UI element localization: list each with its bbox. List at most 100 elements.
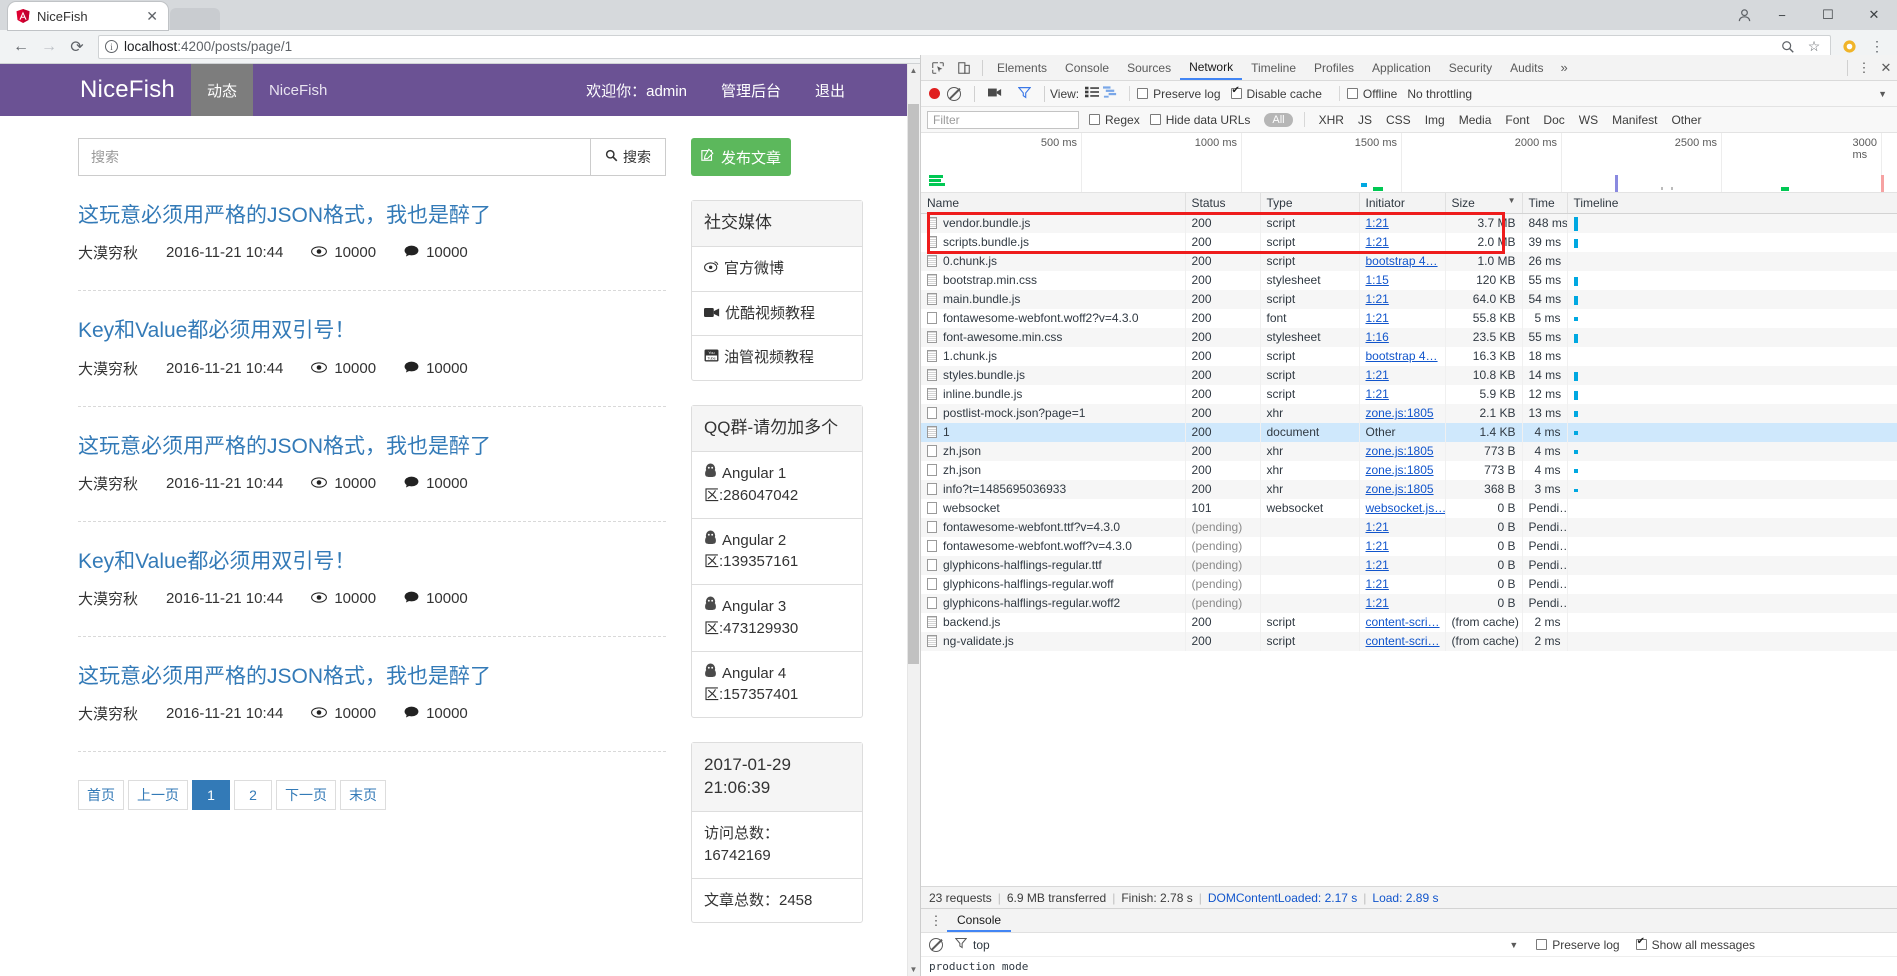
site-brand[interactable]: NiceFish xyxy=(64,64,191,116)
search-button[interactable]: 搜索 xyxy=(590,138,666,176)
minimize-button[interactable]: − xyxy=(1759,0,1805,30)
network-request-row[interactable]: fontawesome-webfont.woff?v=4.3.0 (pending… xyxy=(921,536,1897,556)
initiator-link[interactable]: zone.js:1805 xyxy=(1366,444,1434,458)
network-request-row[interactable]: zh.json 200 xhr zone.js:1805 773 B4 ms xyxy=(921,460,1897,480)
post-title[interactable]: 这玩意必须用严格的JSON格式，我也是醉了 xyxy=(78,663,666,690)
post-title[interactable]: 这玩意必须用严格的JSON格式，我也是醉了 xyxy=(78,202,666,229)
console-clear-icon[interactable] xyxy=(929,937,943,952)
page-scroll-thumb[interactable] xyxy=(908,104,919,664)
maximize-button[interactable]: ☐ xyxy=(1805,0,1851,30)
pager-button[interactable]: 2 xyxy=(234,780,272,811)
page-info-icon[interactable]: i xyxy=(105,40,118,53)
initiator-link[interactable]: zone.js:1805 xyxy=(1366,482,1434,496)
filter-type-font[interactable]: Font xyxy=(1498,113,1536,127)
close-window-button[interactable]: ✕ xyxy=(1851,0,1897,30)
network-request-row[interactable]: fontawesome-webfont.woff2?v=4.3.0 200 font… xyxy=(921,308,1897,328)
initiator-link[interactable]: websocket.js… xyxy=(1366,501,1445,515)
drawer-menu-icon[interactable]: ⋮ xyxy=(925,909,947,933)
initiator-link[interactable]: bootstrap 4… xyxy=(1366,349,1438,363)
social-media-item[interactable]: You Tube 油管视频教程 xyxy=(692,336,862,380)
network-request-row[interactable]: postlist-mock.json?page=1 200 xhr zone.js:1… xyxy=(921,403,1897,423)
initiator-link[interactable]: content-scri… xyxy=(1366,615,1440,629)
tab-close-icon[interactable]: ✕ xyxy=(144,9,160,23)
devtools-tab-network[interactable]: Network xyxy=(1180,55,1243,80)
devtools-tab-elements[interactable]: Elements xyxy=(988,55,1056,80)
initiator-link[interactable]: content-scri… xyxy=(1366,634,1440,648)
initiator-link[interactable]: 1:16 xyxy=(1366,330,1389,344)
bookmark-star-icon[interactable]: ☆ xyxy=(1804,37,1824,57)
network-request-row[interactable]: zh.json 200 xhr zone.js:1805 773 B4 ms xyxy=(921,441,1897,461)
column-header-type[interactable]: Type xyxy=(1260,193,1360,214)
column-header-time[interactable]: Time xyxy=(1522,193,1568,214)
throttling-select[interactable]: No throttling xyxy=(1407,87,1472,101)
publish-article-button[interactable]: 发布文章 xyxy=(691,138,791,176)
record-icon[interactable] xyxy=(929,88,940,99)
initiator-link[interactable]: 1:21 xyxy=(1366,368,1389,382)
initiator-link[interactable]: 1:21 xyxy=(1366,216,1389,230)
devtools-tab-sources[interactable]: Sources xyxy=(1118,55,1180,80)
initiator-link[interactable]: 1:21 xyxy=(1366,311,1389,325)
pager-button[interactable]: 末页 xyxy=(340,780,386,811)
back-icon[interactable]: ← xyxy=(8,34,34,60)
filter-type-manifest[interactable]: Manifest xyxy=(1605,113,1664,127)
regex-checkbox[interactable]: Regex xyxy=(1089,113,1140,127)
devtools-tab-audits[interactable]: Audits xyxy=(1501,55,1552,80)
filter-type-xhr[interactable]: XHR xyxy=(1312,113,1351,127)
scroll-up-arrow[interactable]: ▲ xyxy=(908,64,919,77)
pager-button[interactable]: 上一页 xyxy=(128,780,188,811)
pager-button[interactable]: 下一页 xyxy=(276,780,336,811)
scroll-down-arrow[interactable]: ▼ xyxy=(908,963,919,976)
show-all-messages-checkbox[interactable]: Show all messages xyxy=(1635,936,1755,952)
network-overview[interactable]: 500 ms 1000 ms 1500 ms 2000 ms 2500 ms 3000 m… xyxy=(921,133,1897,193)
social-media-item[interactable]: 官方微博 xyxy=(692,247,862,292)
initiator-link[interactable]: 1:21 xyxy=(1366,577,1389,591)
network-request-row[interactable]: main.bundle.js 200 script 1:21 64.0 KB 54 ms xyxy=(921,289,1897,309)
qq-group-item[interactable]: Angular 1 区:286047042 xyxy=(692,452,862,519)
initiator-link[interactable]: zone.js:1805 xyxy=(1366,463,1434,477)
network-request-row[interactable]: bootstrap.min.css 200 stylesheet 1:15 120 KB… xyxy=(921,270,1897,290)
network-request-row[interactable]: glyphicons-halflings-regular.woff2 (pendi… xyxy=(921,593,1897,613)
network-request-row[interactable]: websocket 101 websocket websocket.js… 0 B Pen… xyxy=(921,498,1897,518)
capture-screenshots-icon[interactable] xyxy=(988,87,1002,101)
initiator-link[interactable]: 1:21 xyxy=(1366,596,1389,610)
waterfall-view-icon[interactable] xyxy=(1103,86,1118,101)
column-header-initiator[interactable]: Initiator xyxy=(1359,193,1446,214)
search-input[interactable]: 搜索 xyxy=(78,138,590,176)
column-header-timeline[interactable]: Timeline xyxy=(1567,193,1897,214)
profile-icon[interactable] xyxy=(1729,0,1759,30)
initiator-link[interactable]: 1:21 xyxy=(1366,235,1389,249)
filter-type-img[interactable]: Img xyxy=(1418,113,1452,127)
throttling-chevron-down-icon[interactable]: ▼ xyxy=(1878,89,1887,99)
post-title[interactable]: 这玩意必须用严格的JSON格式，我也是醉了 xyxy=(78,433,666,460)
more-tabs-icon[interactable]: » xyxy=(1552,60,1575,75)
network-request-row[interactable]: fontawesome-webfont.ttf?v=4.3.0 (pending)… xyxy=(921,517,1897,537)
zoom-icon[interactable] xyxy=(1778,37,1798,57)
filter-type-css[interactable]: CSS xyxy=(1379,113,1418,127)
filter-type-other[interactable]: Other xyxy=(1664,113,1708,127)
initiator-link[interactable]: 1:21 xyxy=(1366,558,1389,572)
network-request-row[interactable]: styles.bundle.js 200 script 1:21 10.8 KB 14 m… xyxy=(921,365,1897,385)
column-header-status[interactable]: Status xyxy=(1185,193,1261,214)
menu-icon[interactable]: ⋮ xyxy=(1867,37,1887,57)
network-request-row[interactable]: ng-validate.js 200 script content-scri… (fro… xyxy=(921,631,1897,651)
network-request-row[interactable]: 0.chunk.js 200 script bootstrap 4… 1.0 MB 26 … xyxy=(921,251,1897,271)
network-request-row[interactable]: glyphicons-halflings-regular.woff (pendin… xyxy=(921,574,1897,594)
network-request-row[interactable]: scripts.bundle.js 200 script 1:21 2.0 MB 39 m… xyxy=(921,232,1897,252)
devtools-tab-profiles[interactable]: Profiles xyxy=(1305,55,1363,80)
reload-icon[interactable]: ⟳ xyxy=(64,34,90,60)
browser-tab[interactable]: NiceFish ✕ xyxy=(8,2,168,30)
console-context-select[interactable]: top xyxy=(973,938,990,952)
post-title[interactable]: Key和Value都必须用双引号！ xyxy=(78,317,666,344)
filter-type-doc[interactable]: Doc xyxy=(1536,113,1571,127)
console-context-chevron-down-icon[interactable]: ▼ xyxy=(1509,940,1518,950)
console-preserve-log-checkbox[interactable]: Preserve log xyxy=(1536,938,1620,952)
preserve-log-checkbox[interactable]: Preserve log xyxy=(1137,87,1221,101)
pager-button[interactable]: 1 xyxy=(192,780,230,811)
list-view-icon[interactable] xyxy=(1085,86,1100,101)
filter-input[interactable]: Filter xyxy=(927,110,1079,129)
initiator-link[interactable]: 1:21 xyxy=(1366,539,1389,553)
network-request-row[interactable]: font-awesome.min.css 200 stylesheet 1:16 23.… xyxy=(921,327,1897,347)
network-request-row[interactable]: backend.js 200 script content-scri… (from ca… xyxy=(921,612,1897,632)
filter-type-media[interactable]: Media xyxy=(1452,113,1499,127)
clear-icon[interactable] xyxy=(947,86,961,101)
